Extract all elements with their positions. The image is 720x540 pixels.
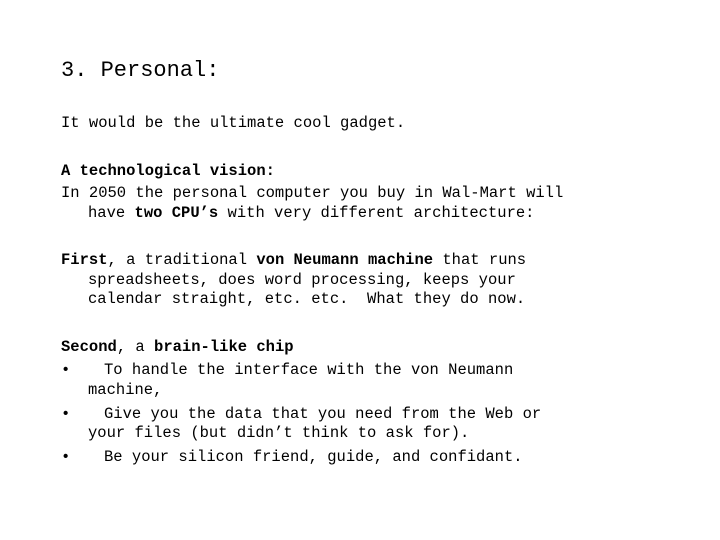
first-post: that runs bbox=[433, 251, 527, 269]
bullet-text-line-2: your files (but didn’t think to ask for)… bbox=[88, 424, 470, 442]
second-bold: brain-like chip bbox=[154, 338, 294, 356]
second-label: Second bbox=[61, 338, 117, 356]
second-pre: , a bbox=[116, 338, 155, 356]
vision-line-2-post: with very different architecture: bbox=[218, 204, 535, 222]
first-line-2: spreadsheets, does word processing, keep… bbox=[88, 271, 516, 289]
bullet-icon: • bbox=[61, 448, 71, 466]
bullet-text-line-1: To handle the interface with the von Neu… bbox=[104, 361, 514, 379]
vision-heading: A technological vision: bbox=[61, 161, 275, 181]
slide: 3. Personal: It would be the ultimate co… bbox=[0, 0, 720, 540]
slide-title: 3. Personal: bbox=[61, 58, 220, 83]
bullet-icon: • bbox=[61, 405, 71, 423]
first-bold: von Neumann machine bbox=[256, 251, 434, 269]
vision-line-2: have two CPU’s with very different archi… bbox=[88, 203, 535, 223]
bullet-text-line-1: Give you the data that you need from the… bbox=[104, 405, 542, 423]
bullet-text-line-2: machine, bbox=[88, 381, 163, 399]
vision-line-2-bold: two CPU’s bbox=[134, 204, 219, 222]
first-line-3: calendar straight, etc. etc. What they d… bbox=[88, 290, 526, 308]
bullet-text-line-1: Be your silicon friend, guide, and confi… bbox=[104, 448, 523, 466]
second-heading: Second, a brain-like chip bbox=[61, 337, 294, 357]
vision-heading-text: A technological vision: bbox=[61, 162, 275, 180]
intro-text: It would be the ultimate cool gadget. bbox=[61, 114, 406, 132]
first-pre: , a traditional bbox=[107, 251, 257, 269]
first-line-1: First, a traditional von Neumann machine… bbox=[61, 250, 526, 270]
bullet-icon: • bbox=[61, 361, 71, 379]
first-label: First bbox=[61, 251, 108, 269]
vision-line-2-pre: have bbox=[88, 204, 135, 222]
vision-line-1: In 2050 the personal computer you buy in… bbox=[61, 184, 564, 202]
